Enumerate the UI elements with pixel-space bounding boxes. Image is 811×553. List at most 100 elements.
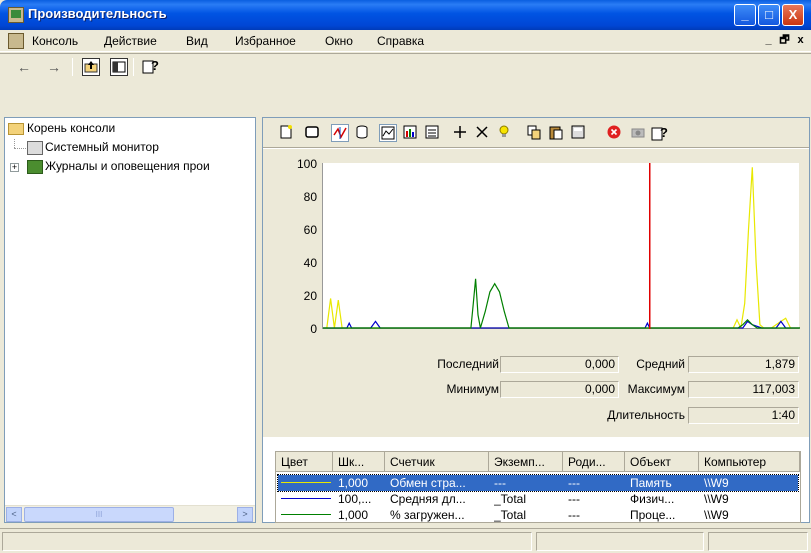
counter-cell: Обмен стра... bbox=[390, 476, 466, 490]
legend-row[interactable]: 1,000 % загружен... _Total --- Проце... … bbox=[278, 507, 798, 523]
series-line-3 bbox=[323, 278, 800, 329]
help-icon[interactable]: ? bbox=[651, 124, 669, 142]
instance-cell: _Total bbox=[494, 508, 527, 522]
column-computer[interactable]: Компьютер bbox=[699, 452, 800, 472]
maximum-label: Максимум bbox=[627, 382, 685, 396]
expand-icon[interactable]: + bbox=[10, 163, 19, 172]
instance-cell: --- bbox=[494, 476, 506, 490]
tree-item-logs-alerts[interactable]: + Журналы и оповещения прои bbox=[5, 158, 255, 176]
show-hide-tree-icon[interactable] bbox=[110, 58, 128, 76]
freeze-display-icon[interactable] bbox=[605, 124, 623, 142]
system-monitor-pane: ? 100 80 60 40 20 0 Последний 0,000 Сред… bbox=[262, 117, 810, 523]
update-data-icon[interactable] bbox=[629, 124, 647, 142]
main-toolbar: ← → ? bbox=[0, 53, 811, 79]
close-button[interactable]: X bbox=[782, 4, 804, 26]
y-tick-label: 0 bbox=[310, 322, 317, 336]
window-title: Производительность bbox=[28, 6, 167, 21]
performance-graph bbox=[322, 163, 800, 331]
mdi-close-button[interactable]: x bbox=[793, 33, 808, 48]
minimize-button[interactable]: _ bbox=[734, 4, 756, 26]
delete-counter-icon[interactable] bbox=[473, 124, 491, 142]
color-swatch bbox=[281, 498, 331, 499]
scale-cell: 1,000 bbox=[338, 508, 369, 522]
graph-canvas bbox=[323, 163, 800, 331]
view-graph-icon[interactable] bbox=[379, 124, 397, 142]
svg-text:?: ? bbox=[660, 125, 668, 140]
y-tick-label: 40 bbox=[303, 256, 317, 270]
y-tick-label: 80 bbox=[303, 190, 317, 204]
scroll-thumb[interactable]: III bbox=[24, 507, 174, 522]
parent-cell: --- bbox=[568, 492, 580, 506]
tree-item-system-monitor[interactable]: Системный монитор bbox=[5, 139, 255, 157]
tree-horizontal-scrollbar[interactable]: < III > bbox=[5, 505, 255, 522]
column-instance[interactable]: Экземп... bbox=[489, 452, 563, 472]
object-cell: Физич... bbox=[630, 492, 675, 506]
performance-app-icon bbox=[8, 7, 24, 23]
computer-cell: \\W9 bbox=[704, 508, 729, 522]
column-scale[interactable]: Шк... bbox=[333, 452, 385, 472]
properties-icon[interactable] bbox=[569, 124, 587, 142]
tree-root[interactable]: Корень консоли bbox=[5, 120, 255, 138]
tree-root-label: Корень консоли bbox=[27, 121, 116, 135]
status-bar bbox=[0, 528, 811, 553]
menu-view[interactable]: Вид bbox=[186, 34, 208, 48]
paste-counter-list-icon[interactable] bbox=[547, 124, 565, 142]
mdi-restore-button[interactable]: 🗗 bbox=[777, 33, 792, 48]
toolbar-separator bbox=[72, 58, 73, 76]
menu-action[interactable]: Действие bbox=[104, 34, 157, 48]
computer-cell: \\W9 bbox=[704, 476, 729, 490]
copy-properties-icon[interactable] bbox=[525, 124, 543, 142]
column-object[interactable]: Объект bbox=[625, 452, 699, 472]
y-tick-label: 60 bbox=[303, 223, 317, 237]
column-parent[interactable]: Роди... bbox=[563, 452, 625, 472]
duration-label: Длительность bbox=[607, 408, 685, 422]
last-label: Последний bbox=[437, 357, 499, 371]
counter-cell: Средняя дл... bbox=[390, 492, 466, 506]
menu-window[interactable]: Окно bbox=[325, 34, 353, 48]
clear-display-icon[interactable] bbox=[303, 124, 321, 142]
view-histogram-icon[interactable] bbox=[401, 124, 419, 142]
add-counter-icon[interactable] bbox=[451, 124, 469, 142]
console-tree: Корень консоли Системный монитор + Журна… bbox=[4, 117, 256, 523]
menu-help[interactable]: Справка bbox=[377, 34, 424, 48]
parent-cell: --- bbox=[568, 476, 580, 490]
y-tick-label: 20 bbox=[303, 289, 317, 303]
status-panel bbox=[2, 532, 532, 551]
view-log-data-icon[interactable] bbox=[353, 124, 371, 142]
color-swatch bbox=[281, 514, 331, 515]
menu-console[interactable]: Консоль bbox=[32, 34, 78, 48]
legend-row[interactable]: 100,... Средняя дл... _Total --- Физич..… bbox=[278, 491, 798, 507]
counter-cell: % загружен... bbox=[390, 508, 465, 522]
last-value: 0,000 bbox=[500, 356, 619, 373]
up-one-level-icon[interactable] bbox=[82, 58, 100, 76]
minimum-label: Минимум bbox=[446, 382, 499, 396]
column-counter[interactable]: Счетчик bbox=[385, 452, 489, 472]
object-cell: Память bbox=[630, 476, 672, 490]
object-cell: Проце... bbox=[630, 508, 676, 522]
maximum-value: 117,003 bbox=[688, 381, 799, 398]
new-counter-set-icon[interactable] bbox=[277, 124, 295, 142]
scale-cell: 1,000 bbox=[338, 476, 369, 490]
view-current-activity-icon[interactable] bbox=[331, 124, 349, 142]
series-line-2 bbox=[323, 320, 800, 329]
logs-alerts-icon bbox=[27, 160, 43, 174]
toolbar-separator bbox=[133, 58, 134, 76]
console-system-menu-icon[interactable] bbox=[8, 33, 24, 49]
counter-legend: Цвет Шк... Счетчик Экземп... Роди... Объ… bbox=[275, 451, 801, 523]
minimum-value: 0,000 bbox=[500, 381, 619, 398]
legend-row[interactable]: 1,000 Обмен стра... --- --- Память \\W9 bbox=[277, 474, 799, 492]
menu-favorites[interactable]: Избранное bbox=[235, 34, 296, 48]
scroll-right-button[interactable]: > bbox=[237, 507, 253, 522]
graph-area: 100 80 60 40 20 0 bbox=[263, 149, 809, 345]
highlight-icon[interactable] bbox=[495, 124, 513, 142]
scroll-left-button[interactable]: < bbox=[6, 507, 22, 522]
forward-arrow-icon[interactable]: → bbox=[44, 57, 64, 77]
maximize-button[interactable]: □ bbox=[758, 4, 780, 26]
view-report-icon[interactable] bbox=[423, 124, 441, 142]
y-tick-label: 100 bbox=[296, 157, 317, 171]
mdi-minimize-button[interactable]: _ bbox=[761, 33, 776, 48]
column-color[interactable]: Цвет bbox=[276, 452, 333, 472]
help-icon[interactable]: ? bbox=[141, 57, 161, 77]
title-bar[interactable]: Производительность _ □ X bbox=[0, 0, 811, 30]
back-arrow-icon[interactable]: ← bbox=[14, 57, 34, 77]
